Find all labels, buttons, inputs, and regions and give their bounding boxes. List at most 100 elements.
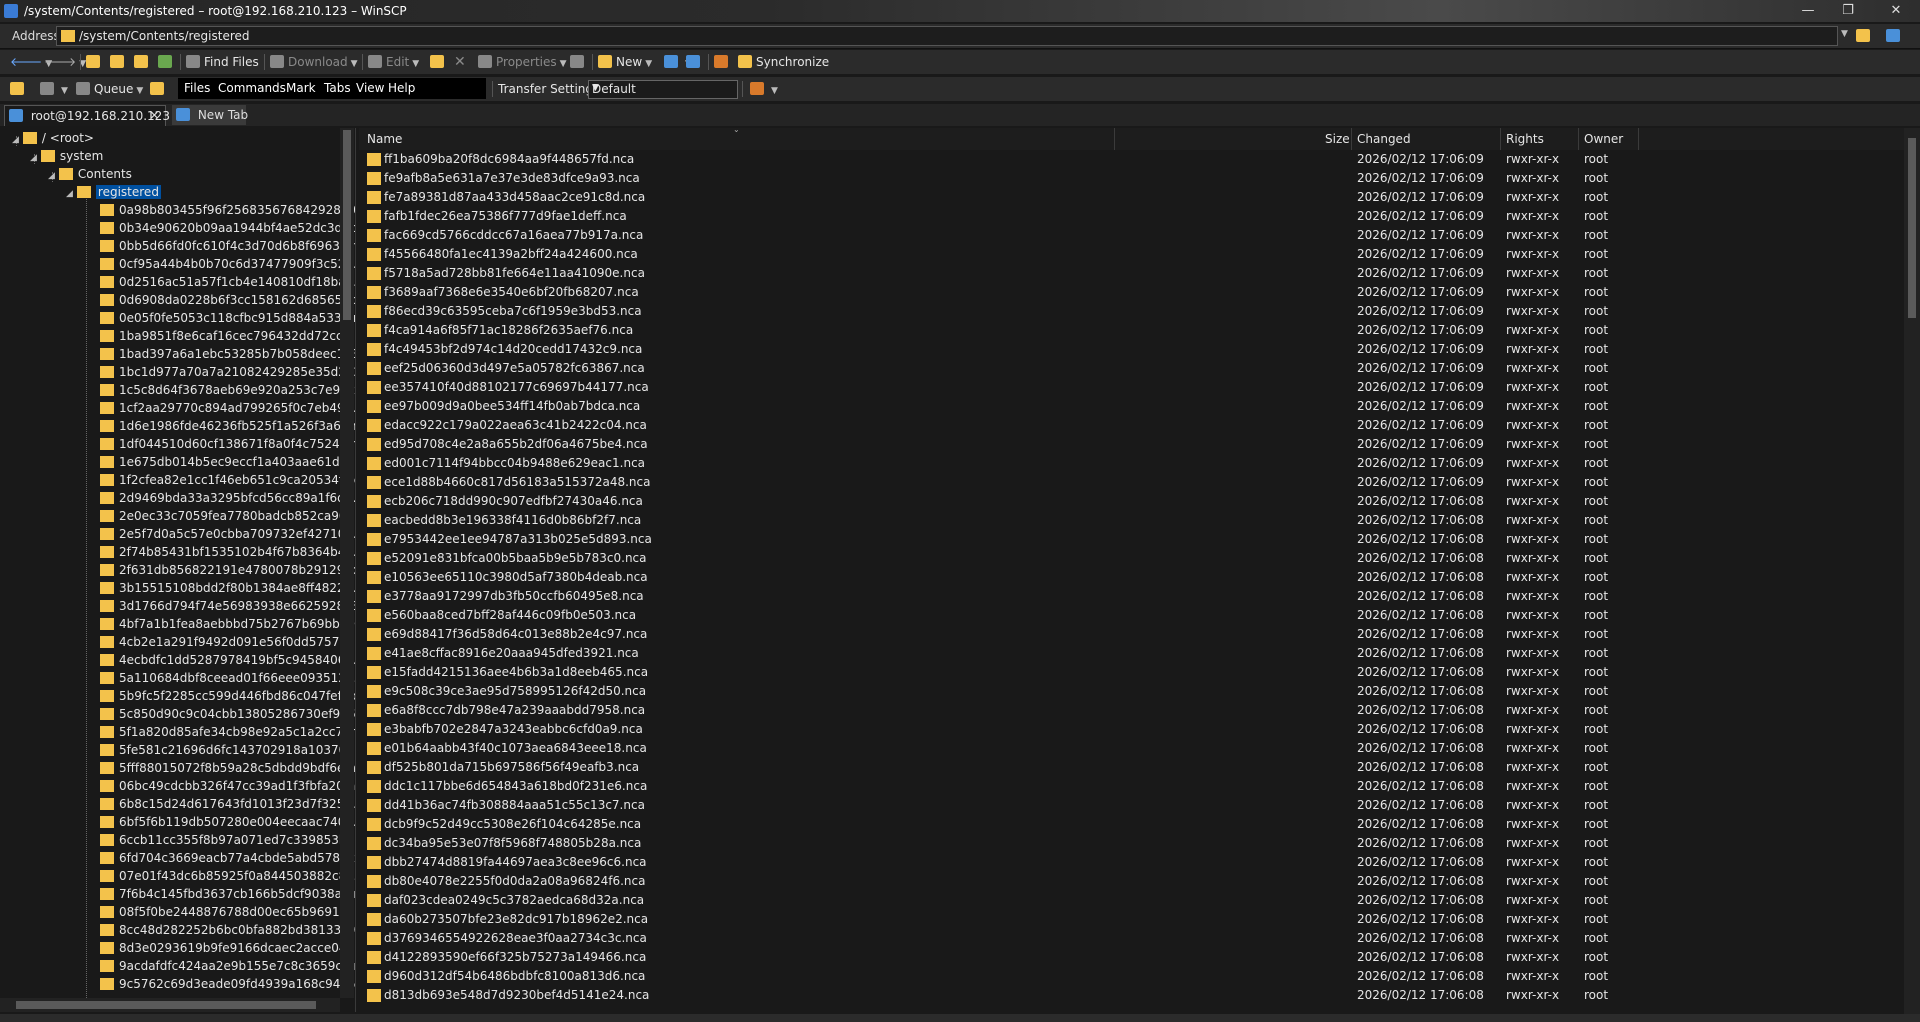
- file-row[interactable]: edacc922c179a022aea63c41b2422c04.nca 2026…: [359, 416, 1904, 435]
- file-row[interactable]: fafb1fdec26ea75386f777d9fae1deff.nca 2026…: [359, 207, 1904, 226]
- file-row[interactable]: f86ecd39c63595ceba7c6f1959e3bd53.nca 2026…: [359, 302, 1904, 321]
- menu-view[interactable]: View: [356, 81, 384, 95]
- tree-file-item[interactable]: 4ecbdfc1dd5287978419bf5c94584061.nca: [100, 651, 355, 669]
- delete-icon[interactable]: ✕: [454, 53, 466, 71]
- file-row[interactable]: dcb9f9c52d49cc5308e26f104c64285e.nca 2026…: [359, 815, 1904, 834]
- tree-file-item[interactable]: 9c5762c69d3eade09fd4939a168c9495.nca: [100, 975, 355, 993]
- file-row[interactable]: ddc1c117bbe6d654843a618bd0f231e6.nca 2026…: [359, 777, 1904, 796]
- file-row[interactable]: ee357410f40d88102177c69697b44177.nca 2026…: [359, 378, 1904, 397]
- minimize-button[interactable]: —: [1786, 1, 1830, 21]
- tree-file-item[interactable]: 2d9469bda33a3295bfcd56cc89a1f6d3.nca: [100, 489, 355, 507]
- column-changed[interactable]: Changed: [1357, 132, 1411, 146]
- tree-file-item[interactable]: 5fff88015072f8b59a28c5dbdd9bdf6e.nca: [100, 759, 355, 777]
- tree-file-item[interactable]: 7f6b4c145fbd3637cb166b5dcf9038a0.nca: [100, 885, 355, 903]
- tree-file-item[interactable]: 9acdafdfc424aa2e9b155e7c8c3659c7.nca: [100, 957, 355, 975]
- column-name[interactable]: Name: [367, 132, 402, 146]
- column-size[interactable]: Size: [1325, 132, 1350, 146]
- file-row[interactable]: e3babfb702e2847a3243eabbc6cfd0a9.nca 2026…: [359, 720, 1904, 739]
- open-directory-icon[interactable]: [1856, 29, 1870, 42]
- column-rights[interactable]: Rights: [1506, 132, 1544, 146]
- file-row[interactable]: e560baa8ced7bff28af446c09fb0e503.nca 2026…: [359, 606, 1904, 625]
- new-button[interactable]: New ▼: [598, 53, 652, 71]
- file-row[interactable]: fe9afb8a5e631a7e37e3de83dfce9a93.nca 2026…: [359, 169, 1904, 188]
- file-row[interactable]: da60b273507bfe23e82dc917b18962e2.nca 2026…: [359, 910, 1904, 929]
- file-row[interactable]: dc34ba95e53e07f8f5968f748805b28a.nca 2026…: [359, 834, 1904, 853]
- tree-file-item[interactable]: 0a98b803455f96f256835676842928a0.nca: [100, 201, 355, 219]
- tree-file-item[interactable]: 0bb5d66fd0fc610f4c3d70d6b8f69633.nca: [100, 237, 355, 255]
- layout-icon[interactable]: ▼: [40, 80, 68, 98]
- tree-file-item[interactable]: 6b8c15d24d617643fd1013f23d7f3253.nca: [100, 795, 355, 813]
- color-icon[interactable]: ▼: [750, 80, 778, 98]
- file-row[interactable]: d813db693e548d7d9230bef4d5141e24.nca 2026…: [359, 986, 1904, 1005]
- restore-button[interactable]: ❐: [1826, 1, 1870, 21]
- expand-icon[interactable]: ◢: [66, 189, 73, 199]
- file-row[interactable]: e9c508c39ce3ae95d758995126f42d50.nca 2026…: [359, 682, 1904, 701]
- menu-tabs[interactable]: Tabs: [324, 81, 351, 95]
- synchronize-button[interactable]: Synchronize: [738, 53, 829, 71]
- tree-file-item[interactable]: 1bc1d977a70a7a21082429285e35d2b2.nca: [100, 363, 355, 381]
- tree-vertical-scrollbar[interactable]: [340, 128, 354, 998]
- file-row[interactable]: e6a8f8ccc7db798e47a239aaabdd7958.nca 2026…: [359, 701, 1904, 720]
- menu-commands[interactable]: Commands: [218, 81, 286, 95]
- tree-file-item[interactable]: 4cb2e1a291f9492d091e56f0dd575706.nca: [100, 633, 355, 651]
- file-row[interactable]: d960d312df54b6486bdbfc8100a813d6.nca 2026…: [359, 967, 1904, 986]
- tree-file-item[interactable]: 2f631db856822191e4780078b29129dd.nca: [100, 561, 355, 579]
- file-row[interactable]: daf023cdea0249c5c3782aedca68d32a.nca 2026…: [359, 891, 1904, 910]
- tree-file-item[interactable]: 1bad397a6a1ebc53285b7b058deec173.nca: [100, 345, 355, 363]
- toggle-queue-icon[interactable]: [150, 80, 168, 98]
- file-row[interactable]: db80e4078e2255f0d0da2a08a96824f6.nca 2026…: [359, 872, 1904, 891]
- file-row[interactable]: d3769346554922628eae3f0aa2734c3c.nca 2026…: [359, 929, 1904, 948]
- tree-file-item[interactable]: 3b15515108bdd2f80b1384ae8ff48221.nca: [100, 579, 355, 597]
- home-directory-icon[interactable]: [134, 53, 152, 71]
- tree-file-item[interactable]: 5f1a820d85afe34cb98e92a5c1a2cc7f.nca: [100, 723, 355, 741]
- close-tab-icon[interactable]: ✕: [150, 106, 159, 126]
- file-row[interactable]: e15fadd4215136aee4b6b3a1d8eeb465.nca 2026…: [359, 663, 1904, 682]
- tree-node-contents[interactable]: ◢ Contents: [48, 165, 132, 183]
- tree-node-registered[interactable]: ◢ registered: [66, 183, 161, 201]
- tree-file-item[interactable]: 5b9fc5f2285cc599d446fbd86c047fef.nca: [100, 687, 355, 705]
- tree-node-system[interactable]: ◢ system: [30, 147, 103, 165]
- tree-file-item[interactable]: 1cf2aa29770c894ad799265f0c7eb493.nca: [100, 399, 355, 417]
- tree-file-item[interactable]: 07e01f43dc6b85925f0a844503882c8a.nca: [100, 867, 355, 885]
- tree-file-item[interactable]: 6fd704c3669eacb77a4cbde5abd57862.nca: [100, 849, 355, 867]
- tree-file-item[interactable]: 4bf7a1b1fea8aebbbd75b2767b69bb09.nca: [100, 615, 355, 633]
- file-row[interactable]: e01b64aabb43f40c1073aea6843eee18.nca 2026…: [359, 739, 1904, 758]
- compare-icon[interactable]: [686, 53, 704, 71]
- tab-new[interactable]: New Tab: [172, 105, 248, 125]
- tree-file-item[interactable]: 8d3e0293619b9fe9166dcaec2acce04d.nca: [100, 939, 355, 957]
- root-directory-icon[interactable]: [110, 53, 128, 71]
- expand-icon[interactable]: ◢: [48, 171, 55, 181]
- keep-up-to-date-icon[interactable]: [714, 53, 732, 71]
- preferences-icon[interactable]: [10, 80, 28, 98]
- file-row[interactable]: df525b801da715b697586f56f49eafb3.nca 2026…: [359, 758, 1904, 777]
- properties-button[interactable]: Properties ▼: [478, 53, 567, 71]
- transfer-settings-select[interactable]: Default ▼: [588, 80, 738, 99]
- tree-file-item[interactable]: 2e5f7d0a5c57e0cbba709732ef42710b.nca: [100, 525, 355, 543]
- find-files-button[interactable]: Find Files: [186, 53, 259, 71]
- tree-file-item[interactable]: 1f2cfea82e1cc1f46eb651c9ca20534f.nca: [100, 471, 355, 489]
- address-input[interactable]: /system/Contents/registered: [56, 26, 1838, 46]
- tree-file-item[interactable]: 8cc48d282252b6bc0bfa882bd38133c9.nca: [100, 921, 355, 939]
- file-row[interactable]: e69d88417f36d58d64c013e88b2e4c97.nca 2026…: [359, 625, 1904, 644]
- file-row[interactable]: eacbedd8b3e196338f4116d0b86bf2f7.nca 2026…: [359, 511, 1904, 530]
- file-row[interactable]: f4ca914a6f85f71ac18286f2635aef76.nca 2026…: [359, 321, 1904, 340]
- file-row[interactable]: ecb206c718dd990c907edfbf27430a46.nca 2026…: [359, 492, 1904, 511]
- tree-file-item[interactable]: 06bc49cdcbb326f47cc39ad1f3fbfa20.nca: [100, 777, 355, 795]
- tree-file-item[interactable]: 3d1766d794f74e56983938e662592843.nca: [100, 597, 355, 615]
- file-row[interactable]: dd41b36ac74fb308884aaa51c55c13c7.nca 2026…: [359, 796, 1904, 815]
- tree-file-item[interactable]: 1e675db014b5ec9eccf1a403aae61d0d.nca: [100, 453, 355, 471]
- file-row[interactable]: fac669cd5766cddcc67a16aea77b917a.nca 2026…: [359, 226, 1904, 245]
- transfer-icon[interactable]: [430, 53, 448, 71]
- file-row[interactable]: ff1ba609ba20f8dc6984aa9f448657fd.nca 2026…: [359, 150, 1904, 169]
- expand-icon[interactable]: ◢: [12, 135, 19, 145]
- tree-file-item[interactable]: 5fe581c21696d6fc143702918a103709.nca: [100, 741, 355, 759]
- address-dropdown-icon[interactable]: ▼: [1841, 29, 1848, 39]
- rename-icon[interactable]: [570, 53, 588, 71]
- file-row[interactable]: f3689aaf7368e6e3540e6bf20fb68207.nca 2026…: [359, 283, 1904, 302]
- tree-file-item[interactable]: 2f74b85431bf1535102b4f67b8364b47.nca: [100, 543, 355, 561]
- file-row[interactable]: ece1d88b4660c817d56183a515372a48.nca 2026…: [359, 473, 1904, 492]
- file-row[interactable]: e41ae8cffac8916e20aaa945dfed3921.nca 2026…: [359, 644, 1904, 663]
- tree-horizontal-scrollbar[interactable]: [0, 998, 340, 1012]
- parent-directory-icon[interactable]: [86, 53, 104, 71]
- tree-file-item[interactable]: 0cf95a44b4b0b70c6d37477909f3c529.nca: [100, 255, 355, 273]
